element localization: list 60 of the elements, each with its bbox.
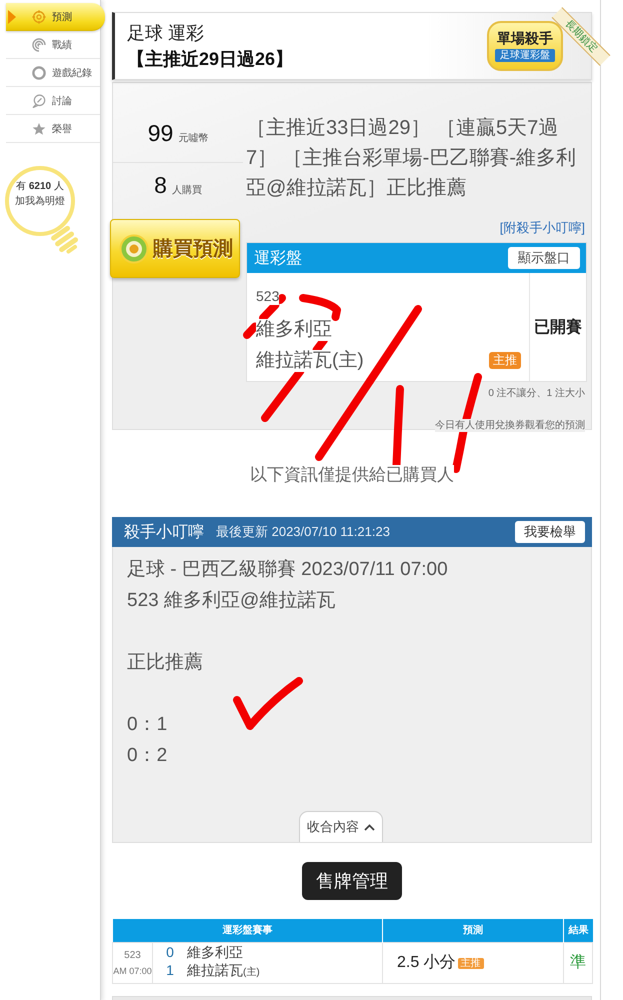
record-title: 【主推近29日過26】	[127, 48, 294, 71]
chevron-up-icon	[364, 824, 375, 830]
sidebar-item[interactable]: 遊戲紀錄	[6, 59, 100, 87]
game-number: 523	[123, 948, 142, 962]
tip-line: 0：2	[127, 744, 168, 768]
badge-title: 單場殺手	[497, 30, 553, 46]
column-header: 預測	[382, 919, 564, 942]
pick-label: 2.5 小分	[397, 954, 456, 971]
tip-line: 足球 - 巴西乙級聯賽 2023/07/11 07:00	[127, 558, 449, 582]
game-number: 523	[256, 288, 280, 305]
buy-prediction-button[interactable]: 購買預測	[110, 219, 240, 278]
team-name: 維拉諾瓦(主)	[256, 350, 364, 372]
manage-button[interactable]: 售牌管理	[302, 862, 402, 900]
sidebar-item[interactable]: 討論	[6, 87, 100, 115]
voucher-notice: 今日有人使用兌換券觀看您的預測	[435, 419, 585, 432]
target-icon	[32, 10, 46, 24]
team-name: 維多利亞	[256, 318, 332, 340]
tag-badge: 主推	[458, 958, 484, 969]
team-name: 維拉諾瓦$_{(主)}$	[187, 961, 260, 980]
score: 0	[165, 943, 175, 961]
tip-line: 523 維多利亞@維拉諾瓦	[127, 589, 336, 613]
match-status: 已開賽	[534, 317, 582, 338]
badge-ribbon: 足球運彩盤	[495, 49, 555, 62]
column-header: 運彩盤賽事	[112, 919, 382, 942]
tip-line: 0：1	[127, 713, 168, 737]
tips-title: 殺手小叮嚀	[124, 522, 204, 542]
result-label: 準	[570, 954, 586, 971]
price-unit: 元噓幣	[178, 132, 208, 145]
sidebar-item[interactable]: 榮譽	[6, 115, 100, 143]
fan-count: 有 6210 人	[16, 180, 64, 194]
fan-caption: 加我為明燈	[15, 195, 65, 209]
score: 1	[165, 961, 175, 979]
sidebar-item[interactable]: 預測	[6, 3, 105, 31]
purchased-note: 以下資訊僅提供給已購買人	[250, 464, 454, 484]
board-title: 運彩盤	[254, 248, 302, 268]
show-odds-button[interactable]: 顯示盤口	[508, 247, 580, 269]
price-value: 99	[148, 119, 174, 147]
buyer-count: 8	[154, 171, 167, 199]
last-updated: 最後更新 2023/07/10 11:21:23	[216, 523, 390, 541]
tip-line: 正比推薦	[127, 651, 204, 675]
buyer-unit: 人購買	[172, 184, 202, 197]
offer-description: ［主推近33日過29］ ［連贏5天7過7］ ［主推台彩單場-巴乙聯賽-維多利亞@維拉諾瓦］正比推薦	[246, 116, 577, 201]
ring-icon	[32, 66, 46, 80]
tag-badge: 主推	[489, 352, 521, 369]
handwritten-tick-drawing	[233, 677, 303, 730]
sidebar-item[interactable]: 戰績	[6, 31, 100, 59]
pen-stroke-drawing	[299, 294, 341, 321]
bet-count-note: 0 注不讓分、1 注大小	[488, 387, 585, 400]
triangle-icon	[8, 10, 16, 24]
report-button[interactable]: 我要檢舉	[515, 521, 585, 543]
sport-title: 足球 運彩	[127, 22, 206, 45]
coin-icon	[119, 234, 149, 264]
tip-link[interactable]: [附殺手小叮嚀]	[500, 219, 585, 236]
star-icon	[32, 122, 46, 136]
chat-bubble-icon	[32, 94, 46, 108]
swirl-icon	[32, 38, 46, 52]
team-name: 維多利亞	[187, 943, 243, 961]
collapse-button[interactable]: 收合內容	[299, 811, 383, 842]
game-time: AM 07:00	[113, 964, 152, 978]
column-header: 結果	[564, 919, 592, 942]
